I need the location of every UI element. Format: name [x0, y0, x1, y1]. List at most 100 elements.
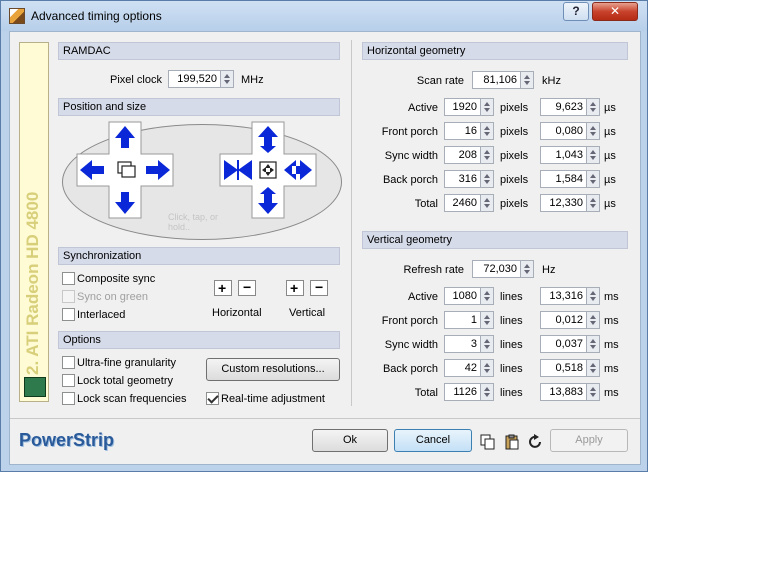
interlaced-checkbox[interactable] — [62, 308, 75, 321]
v-active-time-value[interactable]: 13,316 — [540, 287, 587, 305]
h-active-time-value[interactable]: 9,623 — [540, 98, 587, 116]
v-back-porch-time-spinner[interactable]: 0,518 — [540, 359, 600, 377]
v-total-value[interactable]: 1126 — [444, 383, 481, 401]
v-sync-width-updown[interactable] — [481, 335, 494, 353]
vertical-polarity-minus[interactable]: − — [310, 279, 328, 296]
v-back-porch-label: Back porch — [382, 363, 438, 375]
v-back-porch-time-value[interactable]: 0,518 — [540, 359, 587, 377]
h-active-spinner[interactable]: 1920 — [444, 98, 494, 116]
copy-icon[interactable] — [480, 434, 496, 450]
cancel-button[interactable]: Cancel — [394, 429, 472, 452]
v-active-time-spinner[interactable]: 13,316 — [540, 287, 600, 305]
h-active-time-updown[interactable] — [587, 98, 600, 116]
h-sync-width-spinner[interactable]: 208 — [444, 146, 494, 164]
help-button[interactable]: ? — [563, 2, 589, 21]
h-active-updown[interactable] — [481, 98, 494, 116]
scan-rate-spinner[interactable]: 81,106 — [472, 71, 534, 89]
horizontal-polarity-plus[interactable]: + — [214, 280, 232, 296]
paste-icon[interactable] — [504, 434, 520, 450]
v-active-value[interactable]: 1080 — [444, 287, 481, 305]
h-front-porch-updown[interactable] — [481, 122, 494, 140]
refresh-rate-value[interactable]: 72,030 — [472, 260, 521, 278]
vertical-polarity-plus[interactable]: + — [286, 280, 304, 296]
v-front-porch-time-spinner[interactable]: 0,012 — [540, 311, 600, 329]
v-back-porch-time-unit: ms — [604, 363, 619, 375]
pixel-clock-label: Pixel clock — [110, 74, 162, 86]
scan-rate-updown[interactable] — [521, 71, 534, 89]
v-total-updown[interactable] — [481, 383, 494, 401]
v-front-porch-time-updown[interactable] — [587, 311, 600, 329]
h-front-porch-time-spinner[interactable]: 0,080 — [540, 122, 600, 140]
v-sync-width-time-updown[interactable] — [587, 335, 600, 353]
v-back-porch-value[interactable]: 42 — [444, 359, 481, 377]
h-back-porch-spinner[interactable]: 316 — [444, 170, 494, 188]
v-sync-width-spinner[interactable]: 3 — [444, 335, 494, 353]
h-sync-width-updown[interactable] — [481, 146, 494, 164]
v-front-porch-value[interactable]: 1 — [444, 311, 481, 329]
realtime-adjustment-checkbox[interactable] — [206, 392, 219, 405]
h-total-spinner[interactable]: 2460 — [444, 194, 494, 212]
undo-icon[interactable] — [528, 434, 544, 450]
v-sync-width-value[interactable]: 3 — [444, 335, 481, 353]
v-active-time-updown[interactable] — [587, 287, 600, 305]
size-width-shrink-arrow[interactable] — [224, 160, 252, 180]
h-front-porch-time-value[interactable]: 0,080 — [540, 122, 587, 140]
h-sync-width-time-value[interactable]: 1,043 — [540, 146, 587, 164]
monitor-icon[interactable] — [24, 377, 46, 397]
h-total-time-spinner[interactable]: 12,330 — [540, 194, 600, 212]
custom-resolutions-button[interactable]: Custom resolutions... — [206, 358, 340, 381]
sync-on-green-label: Sync on green — [77, 291, 148, 303]
h-front-porch-spinner[interactable]: 16 — [444, 122, 494, 140]
v-active-spinner[interactable]: 1080 — [444, 287, 494, 305]
v-total-time-updown[interactable] — [587, 383, 600, 401]
v-back-porch-time-updown[interactable] — [587, 359, 600, 377]
h-active-time-spinner[interactable]: 9,623 — [540, 98, 600, 116]
sync-on-green-checkbox[interactable] — [62, 290, 75, 303]
pixel-clock-updown[interactable] — [221, 70, 234, 88]
h-back-porch-time-spinner[interactable]: 1,584 — [540, 170, 600, 188]
ultra-fine-checkbox[interactable] — [62, 356, 75, 369]
v-sync-width-time-value[interactable]: 0,037 — [540, 335, 587, 353]
ramdac-header: RAMDAC — [58, 42, 340, 60]
v-sync-width-time-spinner[interactable]: 0,037 — [540, 335, 600, 353]
v-total-time-spinner[interactable]: 13,883 — [540, 383, 600, 401]
v-front-porch-spinner[interactable]: 1 — [444, 311, 494, 329]
h-total-updown[interactable] — [481, 194, 494, 212]
refresh-rate-updown[interactable] — [521, 260, 534, 278]
h-back-porch-label: Back porch — [382, 174, 438, 186]
h-sync-width-time-spinner[interactable]: 1,043 — [540, 146, 600, 164]
ok-button[interactable]: Ok — [312, 429, 388, 452]
v-front-porch-updown[interactable] — [481, 311, 494, 329]
horizontal-polarity-minus[interactable]: − — [238, 279, 256, 296]
lock-total-checkbox[interactable] — [62, 374, 75, 387]
h-active-value[interactable]: 1920 — [444, 98, 481, 116]
h-total-value[interactable]: 2460 — [444, 194, 481, 212]
h-sync-width-time-updown[interactable] — [587, 146, 600, 164]
scan-rate-value[interactable]: 81,106 — [472, 71, 521, 89]
h-front-porch-value[interactable]: 16 — [444, 122, 481, 140]
v-total-spinner[interactable]: 1126 — [444, 383, 494, 401]
title-bar[interactable]: Advanced timing options ? ✕ — [1, 1, 647, 31]
h-back-porch-value[interactable]: 316 — [444, 170, 481, 188]
v-back-porch-spinner[interactable]: 42 — [444, 359, 494, 377]
apply-button[interactable]: Apply — [550, 429, 628, 452]
h-front-porch-time-updown[interactable] — [587, 122, 600, 140]
refresh-rate-spinner[interactable]: 72,030 — [472, 260, 534, 278]
h-front-porch-unit: pixels — [500, 126, 529, 138]
h-back-porch-time-value[interactable]: 1,584 — [540, 170, 587, 188]
h-total-time-value[interactable]: 12,330 — [540, 194, 587, 212]
pixel-clock-spinner[interactable]: 199,520 — [168, 70, 234, 88]
v-back-porch-updown[interactable] — [481, 359, 494, 377]
move-all-icon[interactable] — [259, 161, 277, 179]
pixel-clock-value[interactable]: 199,520 — [168, 70, 221, 88]
lock-scan-checkbox[interactable] — [62, 392, 75, 405]
close-button[interactable]: ✕ — [592, 2, 638, 21]
composite-sync-checkbox[interactable] — [62, 272, 75, 285]
h-back-porch-time-updown[interactable] — [587, 170, 600, 188]
v-active-updown[interactable] — [481, 287, 494, 305]
v-front-porch-time-value[interactable]: 0,012 — [540, 311, 587, 329]
h-total-time-updown[interactable] — [587, 194, 600, 212]
h-back-porch-updown[interactable] — [481, 170, 494, 188]
h-sync-width-value[interactable]: 208 — [444, 146, 481, 164]
v-total-time-value[interactable]: 13,883 — [540, 383, 587, 401]
